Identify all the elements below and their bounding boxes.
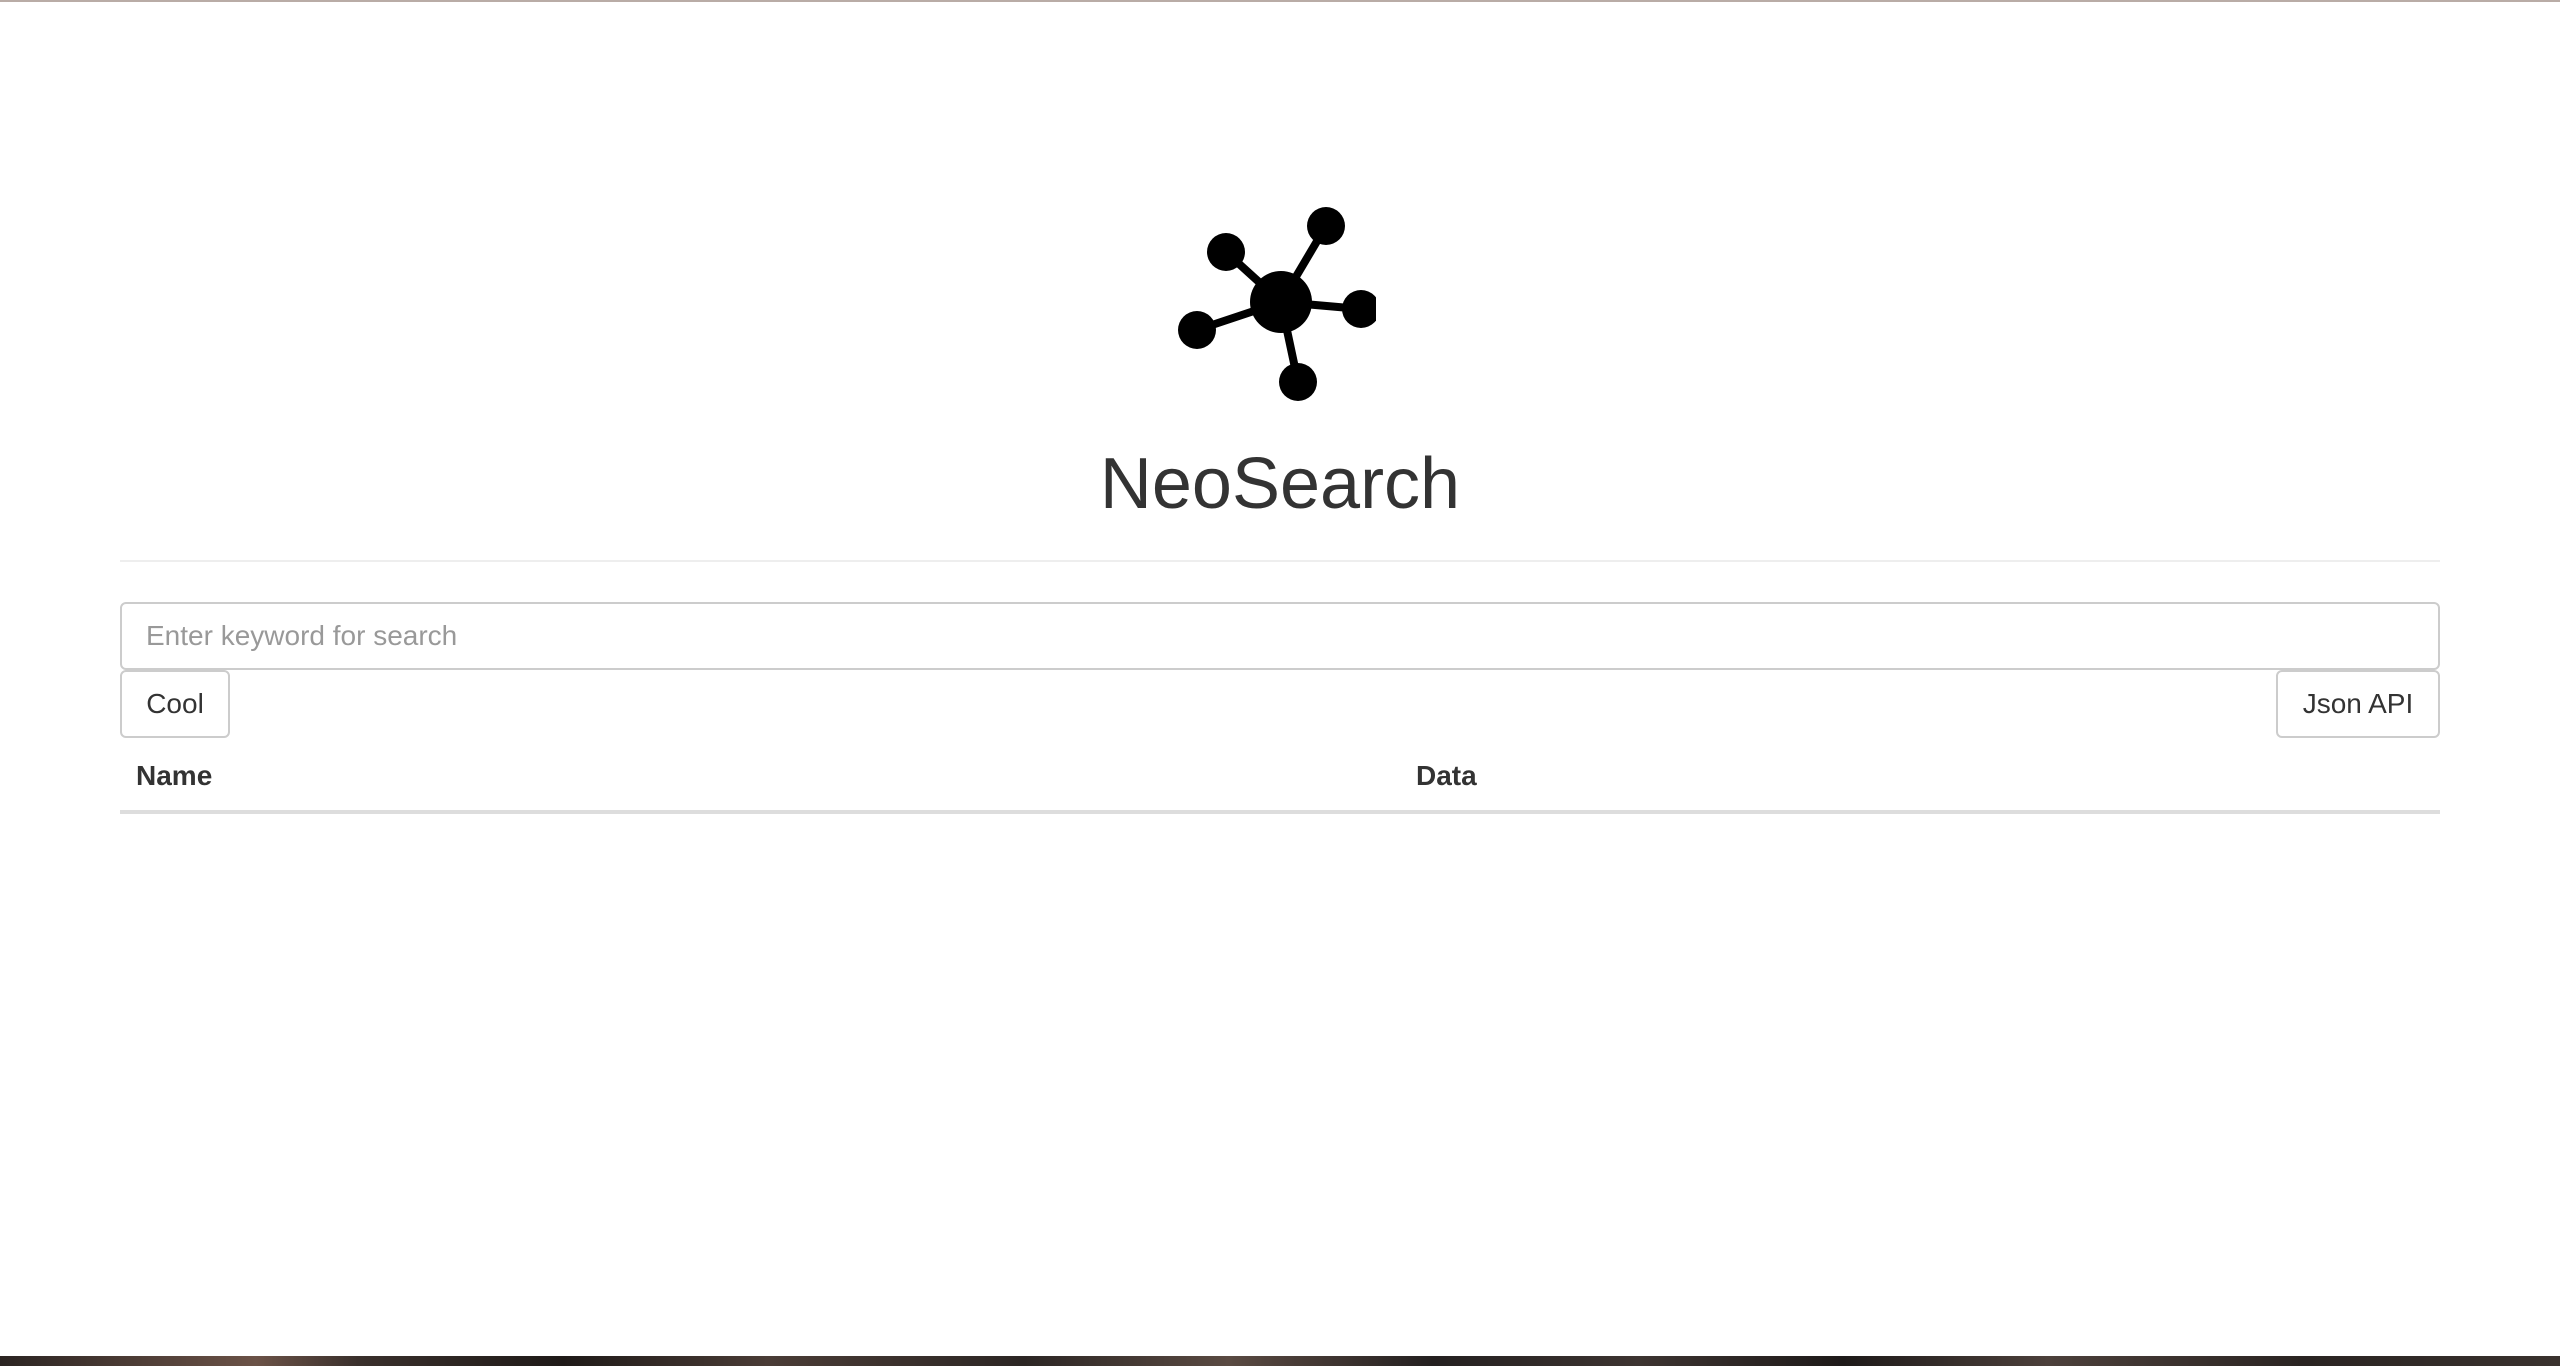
page: NeoSearch Cool Json API Name Data [0,2,2560,1356]
table-header-row: Name Data [120,742,2440,814]
desktop-background-strip [0,1356,2560,1366]
search-input[interactable] [120,602,2440,670]
page-title: NeoSearch [1099,444,1461,524]
column-header-data: Data [1400,742,2440,814]
results-table: Name Data [120,742,2440,814]
cool-button[interactable]: Cool [120,670,230,738]
header-divider [120,560,2440,562]
json-api-button[interactable]: Json API [2276,670,2440,738]
column-header-name: Name [120,742,1400,814]
graph-network-icon [1178,207,1376,401]
